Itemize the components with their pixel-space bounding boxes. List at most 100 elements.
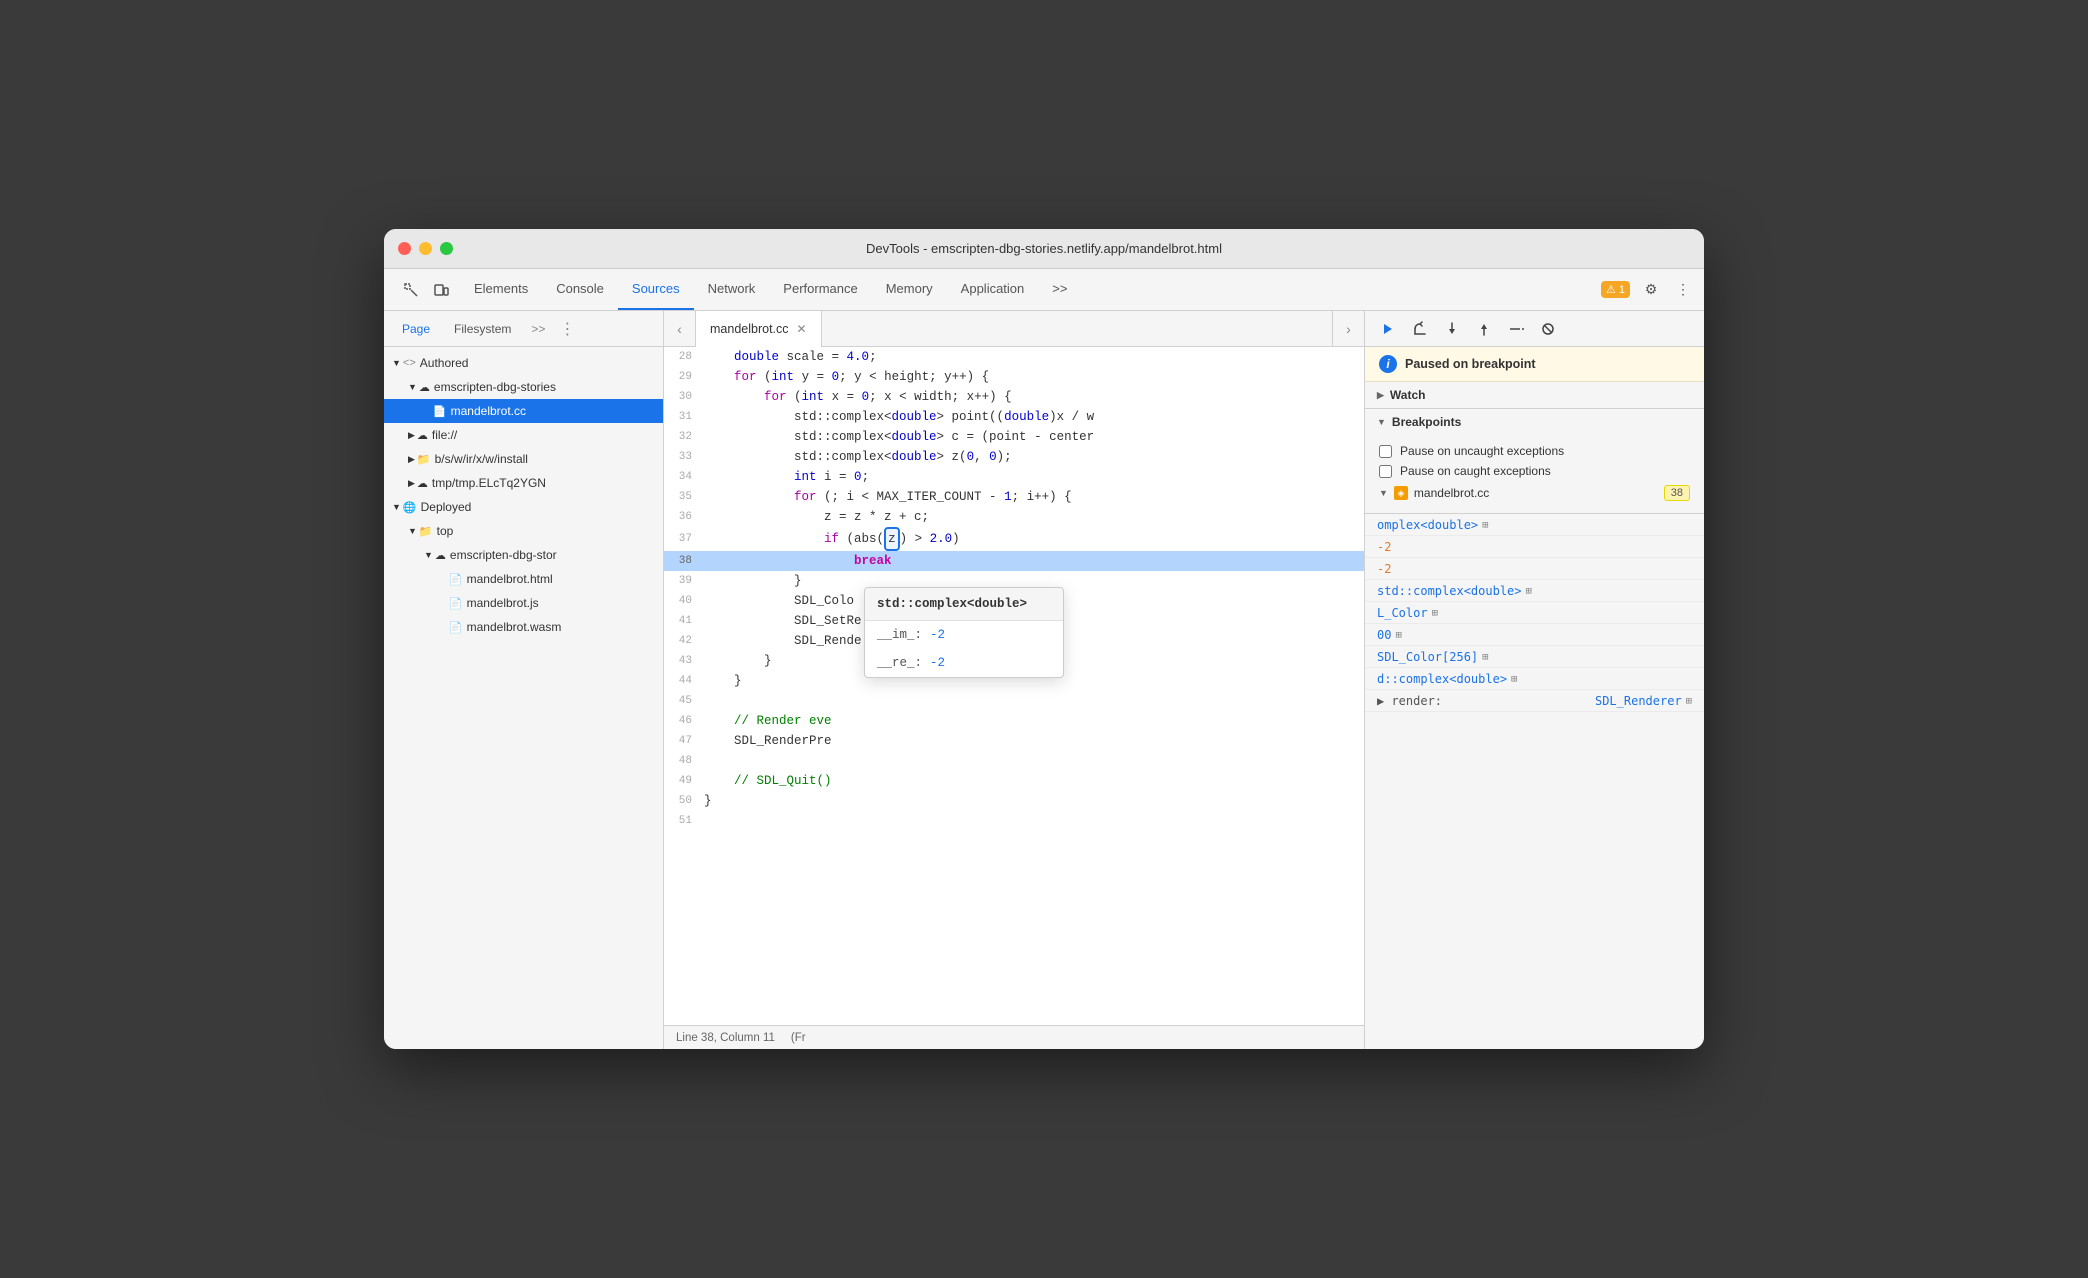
close-tab-icon[interactable]: ✕ [797, 322, 807, 336]
status-extra: (Fr [791, 1032, 806, 1044]
file-icon: 📄 [433, 405, 447, 418]
cloud-icon: ☁ [417, 429, 428, 442]
cloud-icon: ☁ [417, 477, 428, 490]
tree-item-mandelbrot-cc[interactable]: ▶ 📄 mandelbrot.cc [384, 399, 663, 423]
file-icon: 📄 [449, 573, 463, 586]
editor-filename: mandelbrot.cc [710, 322, 789, 336]
chevron-right-icon: ▶ [408, 478, 415, 489]
tree-item-label: tmp/tmp.ELcTq2YGN [432, 476, 546, 490]
tooltip-row-0: __im_: -2 [865, 621, 1063, 649]
scope-type-4: ⊞ [1432, 607, 1438, 619]
code-line-29: 29 for (int y = 0; y < height; y++) { [664, 367, 1364, 387]
watch-label: Watch [1390, 388, 1426, 402]
warning-badge[interactable]: ⚠ 1 [1601, 281, 1630, 298]
tooltip-popup: std::complex<double> __im_: -2 __re_: -2 [864, 587, 1064, 678]
devtools-body: Page Filesystem >> ⋮ ▼ <> Authored ▼ ☁ [384, 311, 1704, 1049]
select-element-icon[interactable] [400, 279, 422, 301]
scope-val-4: L_Color [1377, 606, 1428, 620]
tree-item-emscripten2[interactable]: ▼ ☁ emscripten-dbg-stor [384, 543, 663, 567]
file-icon: 📄 [449, 621, 463, 634]
warning-icon: ⚠ [1606, 283, 1616, 296]
step-out-btn[interactable] [1471, 316, 1497, 342]
warning-count: 1 [1619, 284, 1625, 296]
tab-more[interactable]: >> [1038, 269, 1081, 310]
tree-item-mandelbrot-wasm[interactable]: ▶ 📄 mandelbrot.wasm [384, 615, 663, 639]
scope-type-3: ⊞ [1526, 585, 1532, 597]
scope-val-3: std::complex<double> [1377, 584, 1522, 598]
middle-panel: ‹ mandelbrot.cc ✕ › 28 double scale = 4.… [664, 311, 1364, 1049]
chevron-right-icon: ▶ [408, 430, 415, 441]
close-button[interactable] [398, 242, 411, 255]
nav-right-icon[interactable]: › [1332, 311, 1364, 347]
code-line-47: 47 SDL_RenderPre [664, 731, 1364, 751]
tree-item-label: mandelbrot.html [467, 572, 553, 586]
code-line-49: 49 // SDL_Quit() [664, 771, 1364, 791]
watch-section-header[interactable]: ▶ Watch [1365, 382, 1704, 408]
bp-file-header: ▼ ◈ mandelbrot.cc 38 [1379, 481, 1690, 505]
resume-btn[interactable] [1375, 316, 1401, 342]
step-into-btn[interactable] [1439, 316, 1465, 342]
tree-item-bswir[interactable]: ▶ 📁 b/s/w/ir/x/w/install [384, 447, 663, 471]
scope-row-2: -2 [1365, 558, 1704, 580]
settings-icon[interactable]: ⚙ [1640, 279, 1662, 301]
cloud-icon: ☁ [419, 381, 430, 394]
pause-uncaught-label: Pause on uncaught exceptions [1400, 444, 1564, 458]
code-line-32: 32 std::complex<double> c = (point - cen… [664, 427, 1364, 447]
pause-caught-checkbox[interactable] [1379, 465, 1392, 478]
panel-tab-more[interactable]: >> [525, 318, 551, 340]
tree-item-emscripten1[interactable]: ▼ ☁ emscripten-dbg-stories [384, 375, 663, 399]
pause-caught-label: Pause on caught exceptions [1400, 464, 1551, 478]
panel-tab-page[interactable]: Page [392, 318, 440, 340]
pause-uncaught-checkbox[interactable] [1379, 445, 1392, 458]
tab-elements[interactable]: Elements [460, 269, 542, 310]
cloud-icon: ☁ [435, 549, 446, 562]
tree-item-file[interactable]: ▶ ☁ file:// [384, 423, 663, 447]
tab-memory[interactable]: Memory [872, 269, 947, 310]
tree-item-authored[interactable]: ▼ <> Authored [384, 351, 663, 375]
code-line-50: 50 } [664, 791, 1364, 811]
tree-item-mandelbrot-js[interactable]: ▶ 📄 mandelbrot.js [384, 591, 663, 615]
chevron-right-icon: ▶ [408, 454, 415, 465]
minimize-button[interactable] [419, 242, 432, 255]
panel-tab-dots[interactable]: ⋮ [559, 319, 575, 339]
breakpoints-section-header[interactable]: ▼ Breakpoints [1365, 409, 1704, 435]
tab-console[interactable]: Console [542, 269, 618, 310]
panel-tab-filesystem[interactable]: Filesystem [444, 318, 521, 340]
device-toggle-icon[interactable] [430, 279, 452, 301]
code-line-34: 34 int i = 0; [664, 467, 1364, 487]
file-icon: 📄 [449, 597, 463, 610]
tab-sources[interactable]: Sources [618, 269, 694, 310]
scope-row-0: omplex<double> ⊞ [1365, 514, 1704, 536]
chevron-down-icon: ▼ [424, 550, 433, 560]
more-options-icon[interactable]: ⋮ [1672, 279, 1694, 301]
tab-application[interactable]: Application [947, 269, 1039, 310]
tree-item-label: file:// [432, 428, 457, 442]
step-over-btn[interactable] [1407, 316, 1433, 342]
code-tag-icon: <> [403, 357, 416, 369]
deactivate-breakpoints-btn[interactable] [1535, 316, 1561, 342]
debug-toolbar [1365, 311, 1704, 347]
editor-file-tab[interactable]: mandelbrot.cc ✕ [696, 311, 822, 347]
tree-item-deployed[interactable]: ▼ 🌐 Deployed [384, 495, 663, 519]
code-area[interactable]: 28 double scale = 4.0; 29 for (int y = 0… [664, 347, 1364, 1025]
titlebar: DevTools - emscripten-dbg-stories.netlif… [384, 229, 1704, 269]
chevron-down-icon: ▼ [1377, 417, 1386, 427]
step-btn[interactable] [1503, 316, 1529, 342]
tab-network[interactable]: Network [694, 269, 770, 310]
maximize-button[interactable] [440, 242, 453, 255]
window-title: DevTools - emscripten-dbg-stories.netlif… [866, 241, 1222, 256]
tree-item-top[interactable]: ▼ 📁 top [384, 519, 663, 543]
tooltip-title: std::complex<double> [877, 597, 1027, 611]
tab-performance[interactable]: Performance [769, 269, 871, 310]
scope-row-8: ▶ render: SDL_Renderer ⊞ [1365, 690, 1704, 712]
tree-item-mandelbrot-html[interactable]: ▶ 📄 mandelbrot.html [384, 567, 663, 591]
tree-item-label: mandelbrot.js [467, 596, 539, 610]
status-bar: Line 38, Column 11 (Fr [664, 1025, 1364, 1049]
tree-item-label: emscripten-dbg-stor [450, 548, 557, 562]
scope-val-2: -2 [1377, 562, 1391, 576]
chevron-down-icon: ▼ [1379, 488, 1388, 498]
tree-item-tmp[interactable]: ▶ ☁ tmp/tmp.ELcTq2YGN [384, 471, 663, 495]
nav-left-icon[interactable]: ‹ [664, 311, 696, 347]
info-icon: i [1379, 355, 1397, 373]
tooltip-val-0: -2 [930, 625, 945, 645]
